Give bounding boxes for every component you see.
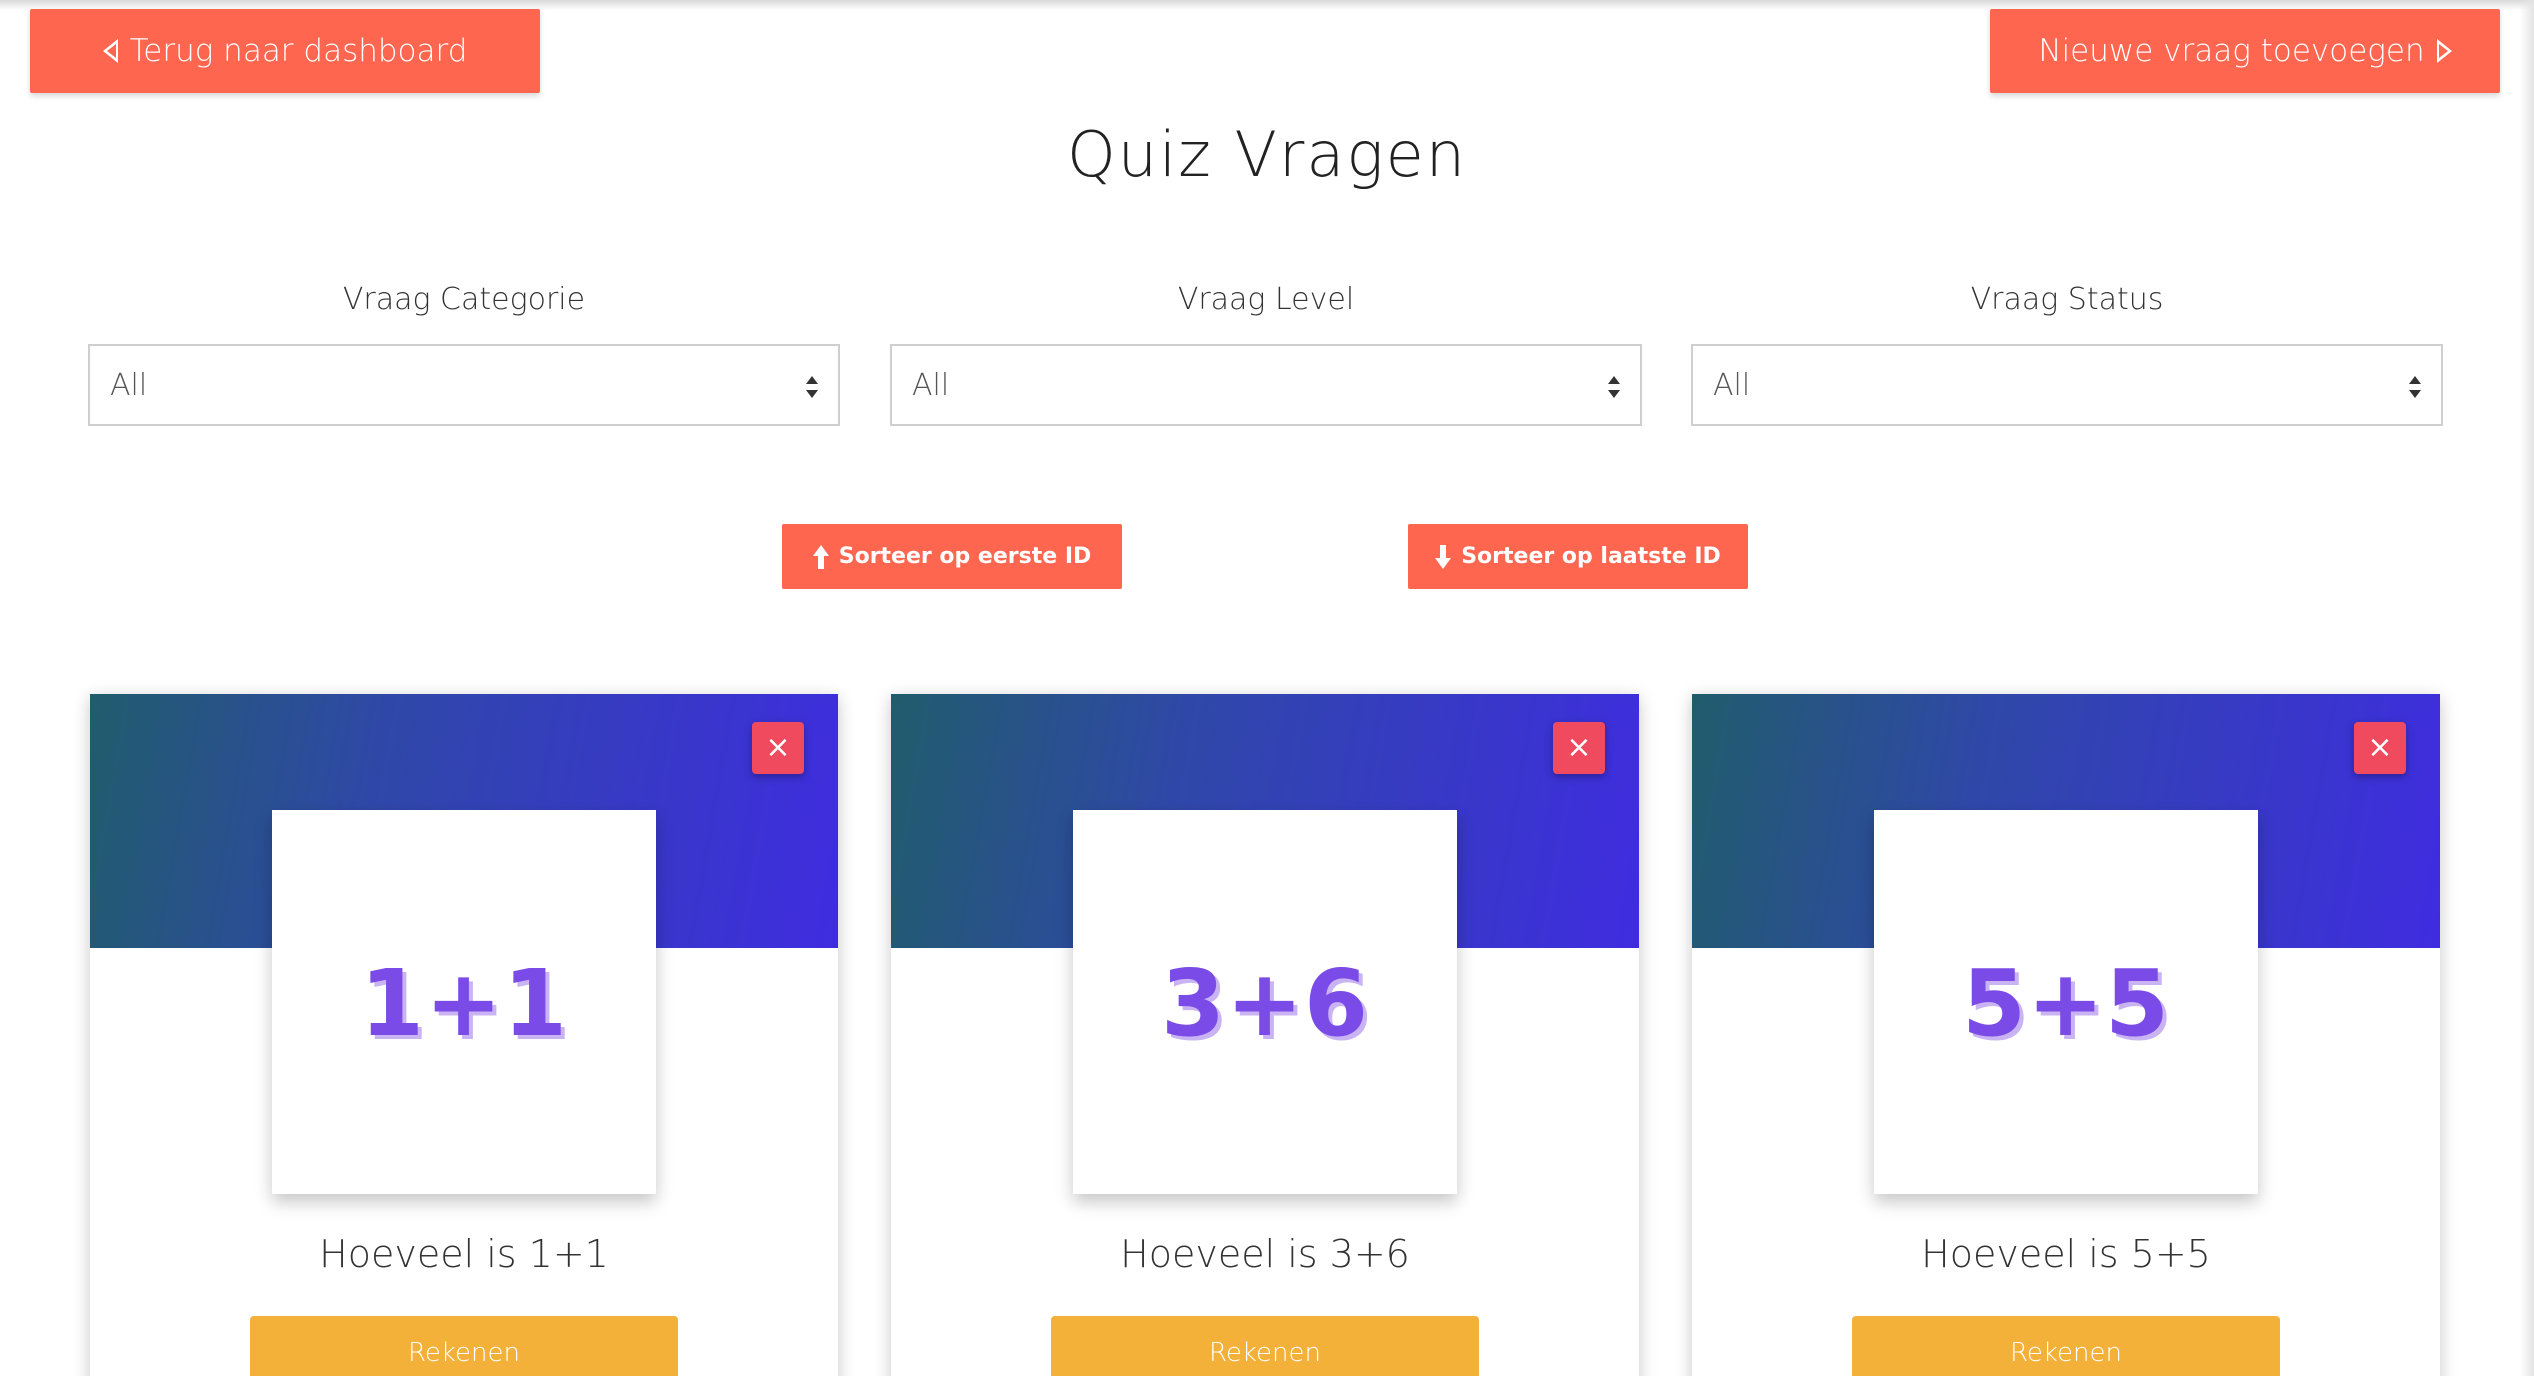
question-image: 1+1 [272, 810, 656, 1194]
category-select-value: All [110, 367, 148, 403]
question-card: × 3+6 Hoeveel is 3+6 Rekenen [891, 694, 1639, 1376]
close-icon: × [2367, 730, 2393, 765]
sort-last-id-button[interactable]: Sorteer op laatste ID [1408, 524, 1748, 589]
triangle-right-icon [2436, 39, 2452, 63]
add-question-button[interactable]: Nieuwe vraag toevoegen [1990, 9, 2500, 93]
level-select-value: All [912, 367, 950, 403]
question-card: × 1+1 Hoeveel is 1+1 Rekenen [90, 694, 838, 1376]
category-button[interactable]: Rekenen [1852, 1316, 2280, 1376]
status-select-value: All [1713, 367, 1751, 403]
category-select[interactable]: All [88, 344, 840, 426]
question-image-text: 5+5 [1961, 950, 2171, 1057]
page: Terug naar dashboard Nieuwe vraag toevoe… [0, 0, 2534, 1376]
filter-label-status: Vraag Status [1970, 282, 2164, 317]
sort-last-label: Sorteer op laatste ID [1461, 544, 1721, 569]
status-select[interactable]: All [1691, 344, 2443, 426]
category-button[interactable]: Rekenen [250, 1316, 678, 1376]
question-image: 5+5 [1874, 810, 2258, 1194]
question-image-text: 1+1 [359, 950, 569, 1057]
back-button-label: Terug naar dashboard [129, 33, 468, 69]
sort-first-id-button[interactable]: Sorteer op eerste ID [782, 524, 1122, 589]
category-button[interactable]: Rekenen [1051, 1316, 1479, 1376]
scrollbar-edge [2520, 0, 2534, 1376]
question-text: Hoeveel is 5+5 [1921, 1232, 2211, 1276]
question-text: Hoeveel is 3+6 [1120, 1232, 1410, 1276]
triangle-left-icon [102, 39, 118, 63]
select-arrows-icon [806, 376, 818, 398]
back-to-dashboard-button[interactable]: Terug naar dashboard [30, 9, 540, 93]
delete-question-button[interactable]: × [1553, 722, 1605, 774]
delete-question-button[interactable]: × [2354, 722, 2406, 774]
close-icon: × [1566, 730, 1592, 765]
question-text: Hoeveel is 1+1 [319, 1232, 609, 1276]
question-image-text: 3+6 [1160, 950, 1370, 1057]
filter-label-category: Vraag Categorie [342, 282, 586, 317]
arrow-up-icon [812, 544, 829, 569]
filter-label-level: Vraag Level [1177, 282, 1355, 317]
delete-question-button[interactable]: × [752, 722, 804, 774]
add-question-label: Nieuwe vraag toevoegen [2038, 33, 2425, 69]
arrow-down-icon [1435, 544, 1452, 569]
page-title: Quiz Vragen [1066, 118, 1468, 191]
select-arrows-icon [1608, 376, 1620, 398]
sort-first-label: Sorteer op eerste ID [838, 544, 1092, 569]
close-icon: × [765, 730, 791, 765]
select-arrows-icon [2409, 376, 2421, 398]
level-select[interactable]: All [890, 344, 1642, 426]
question-card: × 5+5 Hoeveel is 5+5 Rekenen [1692, 694, 2440, 1376]
question-image: 3+6 [1073, 810, 1457, 1194]
